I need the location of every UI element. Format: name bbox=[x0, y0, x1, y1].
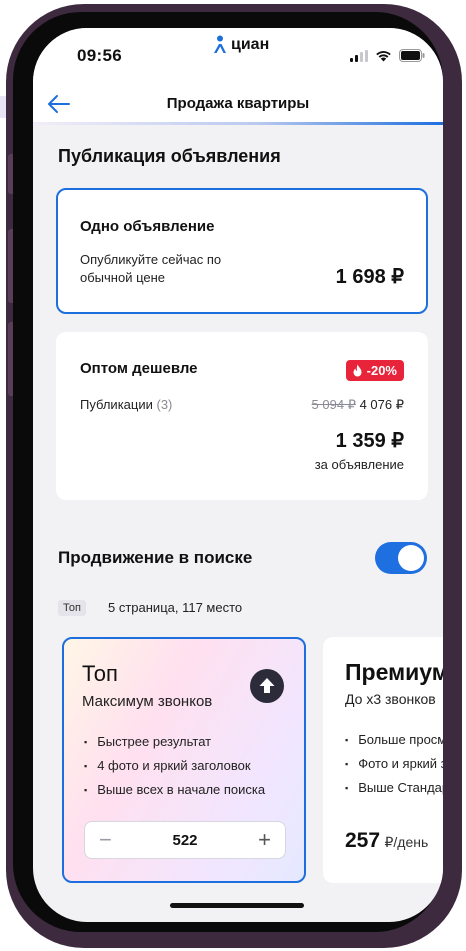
premium-promo-features: Больше просмотров Фото и яркий заголовок… bbox=[345, 732, 443, 804]
new-total-price: 4 076 ₽ bbox=[359, 397, 404, 412]
stepper-value: 522 bbox=[172, 831, 198, 849]
old-price: 5 094 ₽ bbox=[311, 397, 356, 412]
system-icons bbox=[350, 49, 425, 62]
stepper-plus-button[interactable]: + bbox=[258, 829, 271, 851]
arrow-up-icon bbox=[250, 669, 284, 703]
home-indicator bbox=[170, 903, 304, 908]
top-feature-item: Быстрее результат bbox=[84, 734, 265, 758]
promotion-toggle[interactable] bbox=[375, 542, 427, 574]
premium-feature-item: Выше Стандарта bbox=[345, 780, 443, 804]
arrow-up-glyph bbox=[259, 678, 275, 693]
stage: 09:56 циан Продажа квартиры Публикация о… bbox=[0, 0, 466, 951]
wifi-icon bbox=[376, 50, 391, 61]
brand: циан bbox=[211, 33, 269, 57]
single-listing-card[interactable]: Одно объявление Опубликуйте сейчас по об… bbox=[56, 188, 428, 314]
premium-price-row: 257 ₽/день bbox=[345, 829, 428, 853]
top-promo-title: Топ bbox=[82, 661, 118, 686]
premium-feature-item: Больше просмотров bbox=[345, 732, 443, 756]
top-promo-features: Быстрее результат 4 фото и яркий заголов… bbox=[84, 734, 265, 806]
status-time: 09:56 bbox=[77, 46, 122, 65]
single-listing-description-line1: Опубликуйте сейчас по bbox=[80, 252, 222, 267]
publications-count: (3) bbox=[156, 397, 173, 412]
top-feature-item: Выше всех в начале поиска bbox=[84, 782, 265, 806]
stepper-minus-button[interactable]: − bbox=[99, 829, 112, 851]
cian-logo-icon bbox=[214, 35, 226, 53]
fire-icon bbox=[353, 364, 362, 376]
brand-name: циан bbox=[231, 36, 270, 53]
bid-stepper[interactable]: − 522 + bbox=[84, 821, 286, 859]
status-bar: 09:56 циан bbox=[33, 28, 443, 90]
publications-label-row: Публикации (3) bbox=[80, 396, 172, 414]
premium-promo-subtitle: До x3 звонков bbox=[345, 691, 436, 707]
single-listing-title: Одно объявление bbox=[80, 218, 215, 235]
premium-price: 257 bbox=[345, 829, 381, 852]
bulk-price-row: 5 094 ₽ 4 076 ₽ bbox=[312, 396, 404, 414]
app-screen: 09:56 циан Продажа квартиры Публикация о… bbox=[33, 28, 443, 922]
search-position-text: 5 страница, 117 место bbox=[108, 600, 243, 615]
tier-chip: Топ bbox=[58, 600, 86, 616]
toggle-knob bbox=[398, 545, 424, 571]
signal-icon bbox=[350, 49, 368, 62]
publications-label: Публикации bbox=[80, 397, 153, 412]
single-listing-description-line2: обычной цене bbox=[80, 270, 166, 285]
discount-badge-text: -20% bbox=[366, 363, 397, 378]
page-title: Продажа квартиры bbox=[166, 95, 310, 112]
discount-badge: -20% bbox=[345, 360, 404, 381]
bulk-listing-title: Оптом дешевле bbox=[80, 360, 198, 377]
single-listing-price: 1 698 ₽ bbox=[335, 266, 404, 288]
bulk-listing-price: 1 359 ₽ bbox=[335, 430, 404, 452]
premium-promo-title: Премиум bbox=[345, 659, 443, 685]
premium-promo-card[interactable]: Премиум До x3 звонков Больше просмотров … bbox=[323, 637, 443, 883]
battery-icon bbox=[399, 49, 425, 62]
top-promo-card[interactable]: Топ Максимум звонков Быстрее результат 4… bbox=[62, 637, 306, 883]
progress-bar bbox=[33, 122, 443, 125]
top-feature-item: 4 фото и яркий заголовок bbox=[84, 758, 265, 782]
bulk-price-unit: за объявление bbox=[314, 457, 404, 472]
promotion-section-title: Продвижение в поиске bbox=[58, 548, 253, 567]
premium-feature-item: Фото и яркий заголовок bbox=[345, 756, 443, 780]
bulk-listing-card[interactable]: Оптом дешевле -20% Публикации (3) 5 094 … bbox=[56, 332, 428, 500]
nav-bar: Продажа квартиры bbox=[33, 86, 443, 124]
top-promo-subtitle: Максимум звонков bbox=[82, 693, 213, 710]
premium-price-unit: ₽/день bbox=[384, 834, 429, 850]
publication-section-title: Публикация объявления bbox=[58, 146, 281, 166]
